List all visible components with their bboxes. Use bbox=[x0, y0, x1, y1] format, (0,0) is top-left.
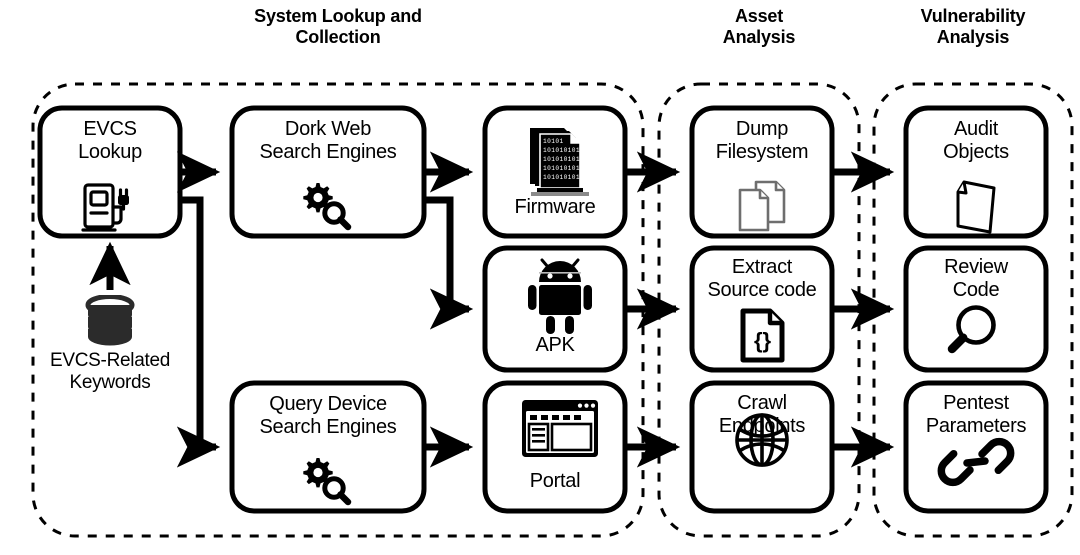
page-sheet-icon bbox=[956, 180, 996, 234]
node-box-pentest-parameters[interactable] bbox=[903, 380, 1049, 514]
phase-title-asset-analysis: Asset Analysis bbox=[659, 6, 859, 48]
phase-title-line2: Analysis bbox=[936, 27, 1010, 47]
phase-title-line1: Asset bbox=[734, 6, 784, 26]
diagram-canvas: 10101 101010101 101010101 101010101 1010… bbox=[0, 0, 1080, 555]
globe-icon bbox=[735, 413, 789, 467]
svg-text:101010101: 101010101 bbox=[543, 165, 580, 172]
phase-title-vulnerability-analysis: Vulnerability Analysis bbox=[874, 6, 1072, 48]
phase-title-line1: System Lookup and bbox=[254, 6, 422, 26]
arrow-evcs-to-query-device-search bbox=[176, 196, 221, 468]
arrow-dork-to-apk bbox=[424, 196, 474, 330]
phase-title-line2: Analysis bbox=[722, 27, 796, 47]
svg-text:10101: 10101 bbox=[543, 138, 564, 145]
phase-title-system-lookup: System Lookup and Collection bbox=[188, 6, 488, 48]
free-label-line1: EVCS-Related bbox=[50, 350, 170, 371]
svg-text:101010101: 101010101 bbox=[543, 156, 580, 163]
svg-text:{}: {} bbox=[754, 328, 772, 353]
diagram-svg: 10101 101010101 101010101 101010101 1010… bbox=[31, 82, 1074, 538]
database-icon-svg bbox=[85, 295, 135, 346]
svg-text:101010101: 101010101 bbox=[543, 147, 580, 154]
browser-window-icon bbox=[522, 400, 598, 457]
database-icon bbox=[80, 295, 140, 347]
svg-text:101010101: 101010101 bbox=[543, 174, 580, 181]
code-file-icon: {} bbox=[740, 308, 785, 363]
free-label-line2: Keywords bbox=[69, 372, 151, 393]
phase-title-line2: Collection bbox=[295, 27, 381, 47]
file-copies-icon bbox=[738, 180, 786, 232]
free-label-evcs-keywords: EVCS-Related Keywords bbox=[20, 350, 200, 394]
phase-title-line1: Vulnerability bbox=[920, 6, 1026, 26]
node-box-evcs-lookup[interactable] bbox=[37, 105, 183, 239]
